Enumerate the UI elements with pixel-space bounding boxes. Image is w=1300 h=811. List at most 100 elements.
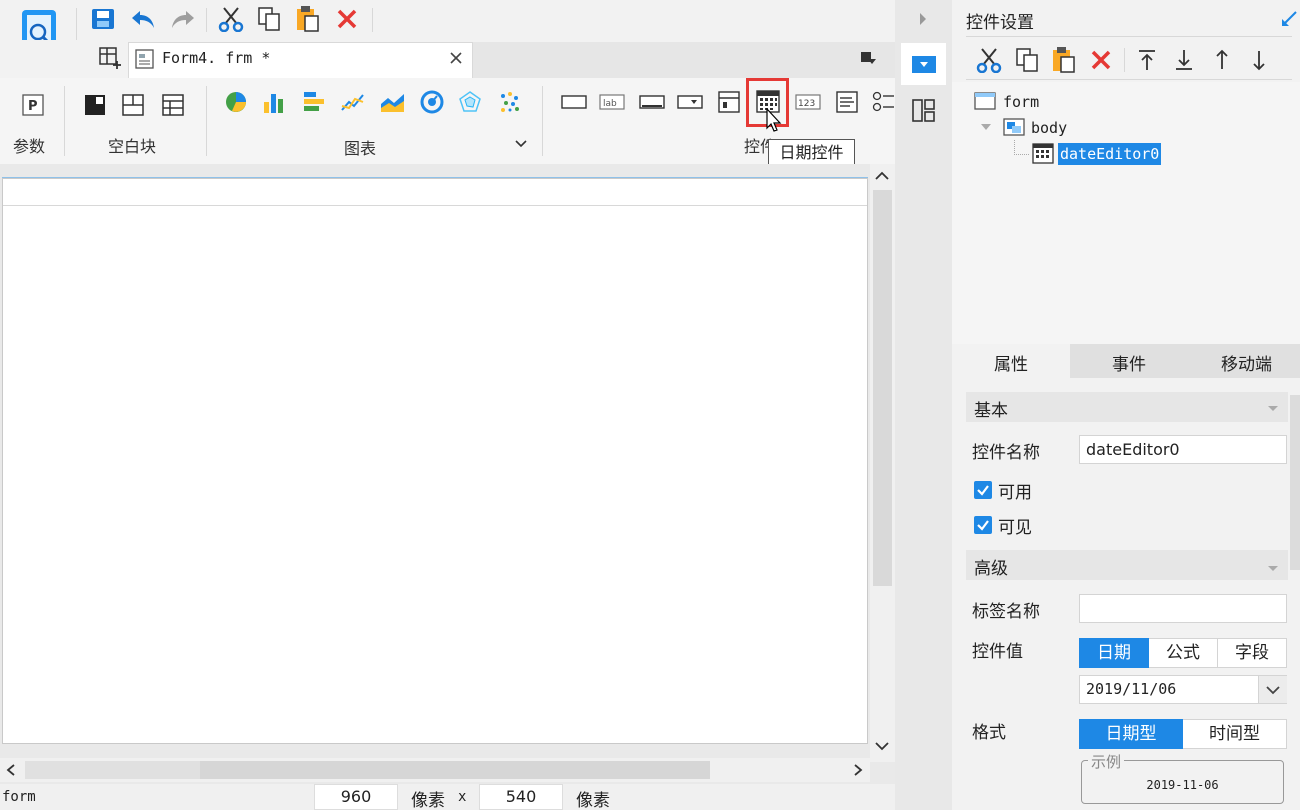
scatter-chart-icon[interactable] xyxy=(498,90,522,114)
date-node-icon xyxy=(1032,142,1054,164)
move-bottom-icon[interactable] xyxy=(1174,48,1194,72)
horizontal-scroll-thumb[interactable] xyxy=(200,761,710,779)
svg-text:P: P xyxy=(28,99,38,114)
height-unit: 像素 xyxy=(576,791,610,811)
status-bar xyxy=(0,784,895,810)
tree-delete-icon[interactable] xyxy=(1090,49,1112,71)
tree-node-form[interactable]: form xyxy=(1003,93,1039,111)
scroll-right-icon[interactable] xyxy=(852,763,864,777)
add-sheet-icon[interactable] xyxy=(98,46,122,70)
enabled-checkbox[interactable] xyxy=(974,481,992,499)
value-mode-formula[interactable]: 公式 xyxy=(1149,638,1218,668)
status-selection: form xyxy=(2,789,36,805)
gauge-chart-icon[interactable] xyxy=(420,90,444,114)
delete-icon[interactable] xyxy=(336,8,358,30)
move-top-icon[interactable] xyxy=(1137,48,1157,72)
times-sign: x xyxy=(458,789,467,805)
group-label-chart: 图表 xyxy=(344,139,377,158)
canvas-width-input[interactable]: 960 xyxy=(314,784,398,810)
pie-chart-icon[interactable] xyxy=(224,90,248,114)
section-basic[interactable]: 基本 xyxy=(966,392,1288,422)
tree-connector xyxy=(1014,140,1029,155)
scroll-up-icon[interactable] xyxy=(874,170,890,182)
label-widget-icon[interactable]: lab xyxy=(599,92,625,112)
tree-node-date-editor[interactable]: dateEditor0 xyxy=(1058,143,1162,165)
move-down-icon[interactable] xyxy=(1249,48,1269,72)
section-basic-chevron-icon xyxy=(1268,406,1278,411)
tooltip-text: 日期控件 xyxy=(779,143,844,162)
canvas-height-input[interactable]: 540 xyxy=(479,784,563,810)
vertical-scroll-thumb[interactable] xyxy=(873,190,892,586)
tree-copy-icon[interactable] xyxy=(1014,47,1040,73)
area-chart-icon[interactable] xyxy=(380,90,406,114)
line-chart-icon[interactable] xyxy=(340,90,366,114)
date-value-text: 2019/11/06 xyxy=(1086,680,1177,698)
panel-title: 控件设置 xyxy=(966,13,1034,33)
section-basic-title: 基本 xyxy=(974,401,1008,421)
checkbox-group-widget-icon[interactable] xyxy=(872,90,894,114)
tooltip: 日期控件 xyxy=(768,139,855,167)
visible-label: 可见 xyxy=(998,518,1032,538)
format-mode-time[interactable]: 时间型 xyxy=(1183,719,1287,749)
group-label-params: 参数 xyxy=(13,137,46,156)
tree-node-body[interactable]: body xyxy=(1031,119,1067,137)
widget-name-input[interactable]: dateEditor0 xyxy=(1079,435,1287,464)
blank-block-split-icon[interactable] xyxy=(122,94,144,116)
paste-icon[interactable] xyxy=(295,5,321,33)
collapse-arrow-icon[interactable] xyxy=(918,12,928,26)
tree-combobox-widget-icon[interactable] xyxy=(717,90,741,114)
combobox-widget-icon[interactable] xyxy=(677,93,703,111)
property-scrollbar[interactable] xyxy=(1290,395,1300,570)
radar-chart-icon[interactable] xyxy=(458,90,482,114)
save-icon[interactable] xyxy=(90,7,116,31)
date-value-field[interactable]: 2019/11/06 xyxy=(1079,675,1287,704)
param-icon[interactable]: P xyxy=(22,94,44,116)
tab-mobile[interactable]: 移动端 xyxy=(1221,350,1272,375)
tree-paste-icon[interactable] xyxy=(1051,46,1077,74)
date-dropdown-button[interactable] xyxy=(1258,676,1287,703)
undo-icon[interactable] xyxy=(130,7,158,31)
scroll-down-icon[interactable] xyxy=(874,740,890,752)
format-label: 格式 xyxy=(972,723,1006,743)
tab-properties[interactable]: 属性 xyxy=(994,350,1028,375)
tab-menu-icon[interactable] xyxy=(860,51,878,67)
format-example-value: 2019-11-06 xyxy=(1146,778,1219,792)
svg-text:lab: lab xyxy=(603,99,617,109)
enabled-label: 可用 xyxy=(998,483,1032,503)
copy-icon[interactable] xyxy=(256,6,282,32)
mouse-cursor-icon xyxy=(765,108,783,134)
redo-icon[interactable] xyxy=(168,7,196,31)
tree-cut-icon[interactable] xyxy=(976,47,1002,73)
tab-events[interactable]: 事件 xyxy=(1112,350,1146,375)
scroll-left-icon[interactable] xyxy=(5,763,17,777)
blank-block-absolute-icon[interactable] xyxy=(84,94,106,116)
widget-name-label: 控件名称 xyxy=(972,443,1040,463)
tag-name-input[interactable] xyxy=(1079,594,1287,623)
chevron-down-icon[interactable] xyxy=(514,139,528,149)
visible-checkbox[interactable] xyxy=(974,516,992,534)
bar-chart-icon[interactable] xyxy=(262,90,288,114)
form-node-icon xyxy=(974,91,996,111)
form-canvas[interactable] xyxy=(2,178,868,744)
close-tab-icon[interactable] xyxy=(449,51,463,65)
tree-expand-icon[interactable] xyxy=(980,122,992,132)
widget-settings-side-tab[interactable] xyxy=(901,43,946,85)
button-widget-icon[interactable] xyxy=(639,93,665,111)
textarea-widget-icon[interactable] xyxy=(835,90,859,114)
cut-icon[interactable] xyxy=(218,6,244,32)
format-mode-date[interactable]: 日期型 xyxy=(1079,719,1183,749)
pin-icon[interactable] xyxy=(1280,10,1298,28)
group-label-blank-block: 空白块 xyxy=(108,137,157,156)
component-layout-icon[interactable] xyxy=(912,99,936,123)
move-up-icon[interactable] xyxy=(1212,48,1232,72)
canvas-divider xyxy=(3,205,867,206)
tab-strip-empty xyxy=(473,42,895,78)
value-mode-date[interactable]: 日期 xyxy=(1079,638,1149,668)
section-advanced[interactable]: 高级 xyxy=(966,550,1288,580)
section-advanced-title: 高级 xyxy=(974,559,1008,579)
textbox-widget-icon[interactable] xyxy=(561,93,587,111)
horizontal-bar-chart-icon[interactable] xyxy=(302,90,328,114)
number-widget-icon[interactable]: 123 xyxy=(795,92,821,112)
blank-block-grid-icon[interactable] xyxy=(162,94,184,116)
value-mode-field[interactable]: 字段 xyxy=(1218,638,1287,668)
